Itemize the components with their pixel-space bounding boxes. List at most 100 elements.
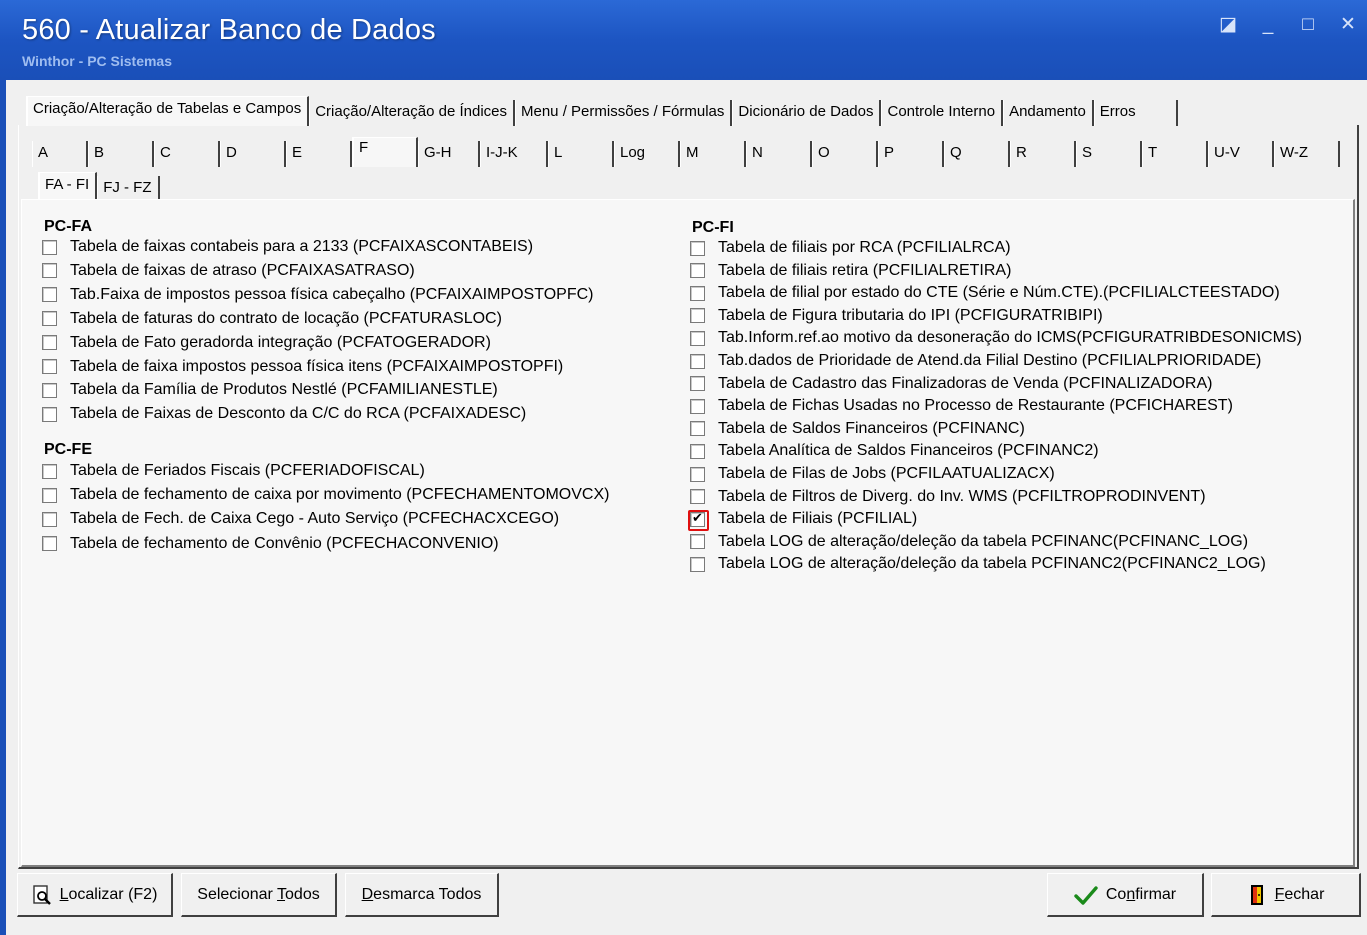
maximize-button[interactable]: □: [1295, 14, 1321, 38]
tab-criacao-tabelas[interactable]: Criação/Alteração de Tabelas e Campos: [26, 96, 310, 126]
checkbox[interactable]: [690, 376, 705, 392]
table-checkbox-item[interactable]: Tabela de Fato geradorda integração (PCF…: [42, 332, 491, 354]
tab-andamento[interactable]: Andamento: [1003, 100, 1094, 126]
checkbox[interactable]: [690, 534, 705, 550]
tab-letter-log[interactable]: Log: [614, 141, 680, 167]
table-checkbox-item[interactable]: Tabela de Filtros de Diverg. do Inv. WMS…: [690, 486, 1206, 508]
checkbox[interactable]: [42, 335, 57, 351]
tab-letter-r[interactable]: R: [1010, 141, 1076, 167]
tab-letter-d[interactable]: D: [220, 141, 286, 167]
minimize-button[interactable]: _: [1255, 14, 1281, 38]
table-checkbox-item[interactable]: Tab.dados de Prioridade de Atend.da Fili…: [690, 350, 1261, 372]
checkbox[interactable]: [42, 359, 57, 374]
table-checkbox-item[interactable]: Tab.Inform.ref.ao motivo da desoneração …: [690, 327, 1302, 349]
tab-controle-interno[interactable]: Controle Interno: [881, 100, 1004, 126]
table-checkbox-item[interactable]: Tabela de faixa impostos pessoa física i…: [42, 356, 563, 378]
table-checkbox-item[interactable]: Tabela de faixas de atraso (PCFAIXASATRA…: [42, 260, 415, 282]
checkbox[interactable]: [690, 421, 705, 437]
localizar-button[interactable]: Localizar (F2): [17, 873, 173, 917]
tab-letter-s[interactable]: S: [1076, 141, 1142, 167]
tab-letter-n[interactable]: N: [746, 141, 812, 167]
checkbox-label: Tabela de fechamento de caixa por movime…: [70, 486, 610, 504]
table-checkbox-item[interactable]: Tabela LOG de alteração/deleção da tabel…: [690, 553, 1266, 575]
checkbox-label: Tabela de faixa impostos pessoa física i…: [70, 357, 564, 375]
checkbox[interactable]: [688, 509, 709, 531]
tab-erros[interactable]: Erros: [1093, 100, 1178, 126]
table-checkbox-item[interactable]: Tabela da Família de Produtos Nestlé (PC…: [42, 379, 498, 401]
checkbox[interactable]: [42, 511, 57, 527]
table-checkbox-item[interactable]: Tabela de faixas contabeis para a 2133 (…: [42, 236, 533, 258]
tab-dicionario[interactable]: Dicionário de Dados: [732, 100, 882, 126]
table-checkbox-item[interactable]: Tabela de filiais retira (PCFILIALRETIRA…: [690, 260, 1011, 282]
checkbox[interactable]: [42, 463, 57, 479]
tab-letter-b[interactable]: B: [88, 141, 154, 167]
checkbox[interactable]: [690, 398, 705, 414]
table-checkbox-item[interactable]: Tabela de Saldos Financeiros (PCFINANC): [690, 418, 1025, 440]
tab-letter-c[interactable]: C: [154, 141, 220, 167]
table-checkbox-item[interactable]: Tabela de filiais por RCA (PCFILIALRCA): [690, 237, 1011, 259]
desmarca-todos-button[interactable]: Desmarca Todos: [345, 873, 499, 917]
table-checkbox-item[interactable]: Tabela de Cadastro das Finalizadoras de …: [690, 373, 1212, 395]
checkbox[interactable]: [42, 406, 57, 422]
title-bar[interactable]: 560 - Atualizar Banco de Dados Winthor -…: [0, 0, 1367, 80]
tab-letter-l[interactable]: L: [548, 141, 614, 167]
checkbox[interactable]: [690, 466, 705, 482]
checkbox[interactable]: [690, 240, 705, 256]
tab-criacao-indices[interactable]: Criação/Alteração de Índices: [309, 100, 515, 126]
table-checkbox-item[interactable]: Tabela de Filas de Jobs (PCFILAATUALIZAC…: [690, 463, 1055, 485]
table-checkbox-item[interactable]: Tabela Analítica de Saldos Financeiros (…: [690, 440, 1099, 462]
checkbox-label: Tabela de Filas de Jobs (PCFILAATUALIZAC…: [718, 465, 1055, 482]
table-checkbox-item[interactable]: Tabela de Fichas Usadas no Processo de R…: [690, 395, 1233, 417]
close-button[interactable]: ✕: [1335, 14, 1361, 38]
sub-tab-strip: FA - FI FJ - FZ: [38, 172, 160, 202]
tab-fa-fi[interactable]: FA - FI: [38, 172, 98, 202]
tab-letter-q[interactable]: Q: [944, 141, 1010, 167]
checkbox-label: Tabela de filiais por RCA (PCFILIALRCA): [718, 239, 1011, 256]
main-tab-strip: Criação/Alteração de Tabelas e Campos Cr…: [26, 96, 1178, 126]
table-checkbox-item[interactable]: Tabela de Figura tributaria do IPI (PCFI…: [690, 305, 1103, 327]
checkbox[interactable]: [42, 239, 57, 255]
table-checkbox-item[interactable]: Tabela de Feriados Fiscais (PCFERIADOFIS…: [42, 460, 425, 482]
tab-letter-a[interactable]: A: [32, 141, 88, 167]
table-checkbox-item[interactable]: Tabela de Filiais (PCFILIAL): [688, 508, 917, 531]
checkbox[interactable]: [690, 443, 705, 459]
tab-menu-permissoes[interactable]: Menu / Permissões / Fórmulas: [515, 100, 733, 126]
table-checkbox-item[interactable]: Tabela de fechamento de caixa por movime…: [42, 484, 609, 506]
checkbox[interactable]: [42, 311, 57, 327]
checkbox[interactable]: [42, 487, 57, 503]
tab-letter-i-j-k[interactable]: I-J-K: [480, 141, 548, 167]
tab-letter-e[interactable]: E: [286, 141, 352, 167]
table-checkbox-item[interactable]: Tabela de filial por estado do CTE (Séri…: [690, 282, 1280, 304]
confirmar-button[interactable]: Confirmar: [1047, 873, 1204, 917]
tab-letter-u-v[interactable]: U-V: [1208, 141, 1274, 167]
table-checkbox-item[interactable]: Tabela LOG de alteração/deleção da tabel…: [690, 531, 1248, 553]
fechar-button[interactable]: Fechar: [1211, 873, 1361, 917]
table-checkbox-item[interactable]: Tab.Faixa de impostos pessoa física cabe…: [42, 284, 593, 306]
desmarca-label: esmarca Todos: [373, 885, 482, 903]
table-checkbox-item[interactable]: Tabela de fechamento de Convênio (PCFECH…: [42, 533, 499, 555]
checkbox[interactable]: [690, 556, 705, 572]
tab-letter-m[interactable]: M: [680, 141, 746, 167]
checkbox[interactable]: [690, 285, 705, 301]
checkbox[interactable]: [690, 263, 705, 279]
checkbox[interactable]: [42, 382, 57, 398]
table-checkbox-item[interactable]: Tabela de faturas do contrato de locação…: [42, 308, 502, 330]
checkbox[interactable]: [690, 308, 705, 324]
checkbox[interactable]: [690, 353, 705, 369]
tab-letter-w-z[interactable]: W-Z: [1274, 141, 1340, 167]
table-checkbox-item[interactable]: Tabela de Faixas de Desconto da C/C do R…: [42, 403, 526, 425]
tab-letter-g-h[interactable]: G-H: [418, 141, 480, 167]
tab-letter-p[interactable]: P: [878, 141, 944, 167]
checkmark-icon: [1074, 885, 1098, 905]
checkbox[interactable]: [42, 287, 57, 303]
tab-letter-o[interactable]: O: [812, 141, 878, 167]
selecionar-todos-button[interactable]: Selecionar Todos: [181, 873, 337, 917]
tab-letter-f[interactable]: F: [352, 137, 418, 167]
table-checkbox-item[interactable]: Tabela de Fech. de Caixa Cego - Auto Ser…: [42, 508, 559, 530]
checkbox[interactable]: [690, 330, 705, 346]
restore-icon[interactable]: ◪: [1215, 14, 1241, 38]
tab-letter-t[interactable]: T: [1142, 141, 1208, 167]
checkbox[interactable]: [42, 263, 57, 279]
checkbox[interactable]: [690, 489, 705, 505]
checkbox[interactable]: [42, 536, 57, 552]
